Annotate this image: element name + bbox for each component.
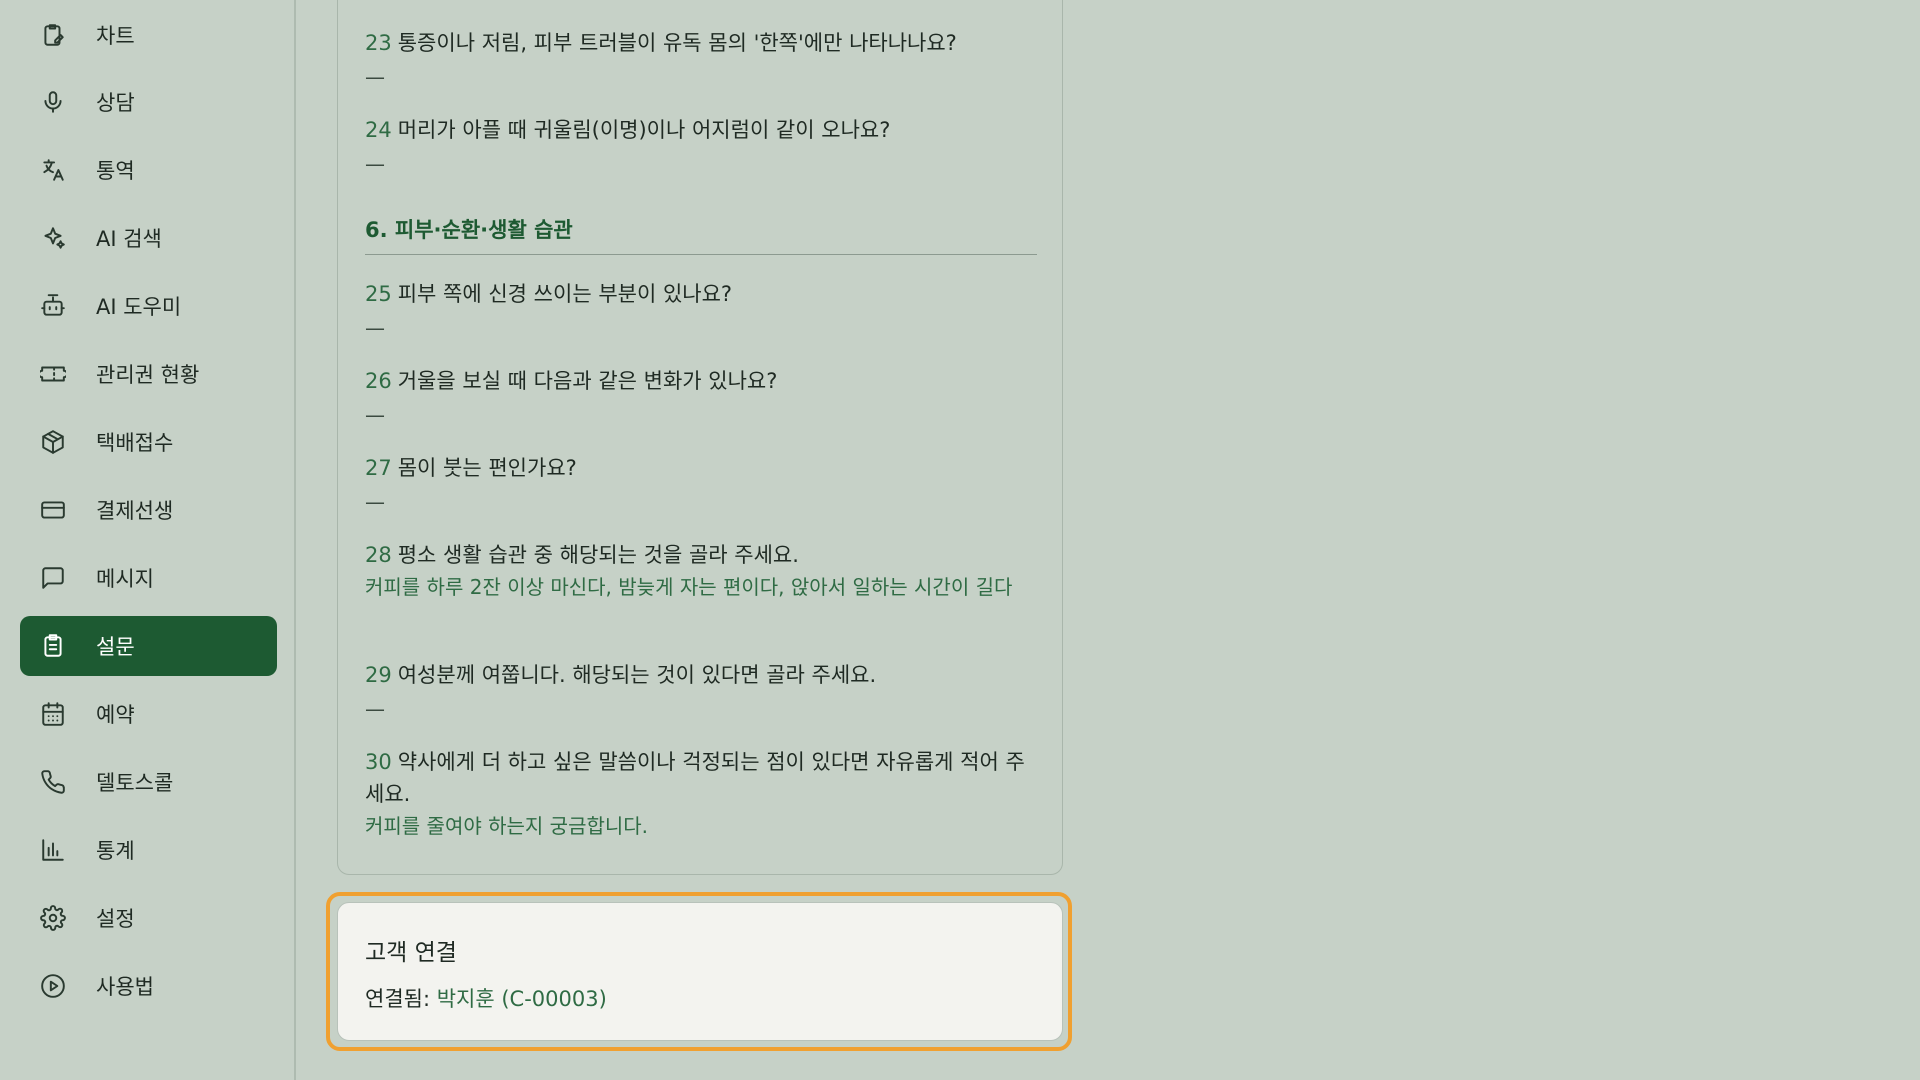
- sidebar-item-voucher-status[interactable]: 관리권 현황: [20, 344, 277, 404]
- sidebar-item-payment[interactable]: 결제선생: [20, 480, 277, 540]
- sidebar-item-consult[interactable]: 상담: [20, 72, 277, 132]
- message-square-icon: [38, 563, 68, 593]
- survey-question: 23 통증이나 저림, 피부 트러블이 유독 몸의 '한쪽'에만 나타나나요? —: [365, 27, 1025, 93]
- sidebar-item-parcel[interactable]: 택배접수: [20, 412, 277, 472]
- question-number: 26: [365, 369, 392, 393]
- ticket-icon: [38, 359, 68, 389]
- sidebar-item-label: 관리권 현황: [96, 363, 200, 387]
- sidebar-item-label: 예약: [96, 703, 135, 727]
- section-title: 6. 피부·순환·생활 습관: [365, 214, 1037, 255]
- question-answer: —: [365, 65, 385, 89]
- survey-question: 29 여성분께 여쭙니다. 해당되는 것이 있다면 골라 주세요. —: [365, 659, 1025, 725]
- survey-question: 27 몸이 붓는 편인가요? —: [365, 452, 1025, 518]
- sidebar-item-label: 결제선생: [96, 499, 174, 523]
- question-number: 27: [365, 456, 392, 480]
- sidebar-item-label: 택배접수: [96, 431, 174, 455]
- sidebar-item-label: 메시지: [96, 567, 154, 591]
- question-answer: —: [365, 152, 385, 176]
- survey-question: 25 피부 쪽에 신경 쓰이는 부분이 있나요? —: [365, 278, 1025, 344]
- survey-question: 24 머리가 아플 때 귀울림(이명)이나 어지럼이 같이 오나요? —: [365, 114, 1025, 180]
- sidebar-item-survey[interactable]: 설문: [20, 616, 277, 676]
- gear-icon: [38, 903, 68, 933]
- sidebar-item-ai-search[interactable]: AI 검색: [20, 208, 277, 268]
- sidebar-item-reservation[interactable]: 예약: [20, 684, 277, 744]
- customer-link-title: 고객 연결: [365, 940, 457, 966]
- clipboard-pen-icon: [38, 20, 68, 50]
- question-answer: 커피를 줄여야 하는지 궁금합니다.: [365, 814, 649, 838]
- sidebar-item-ai-assistant[interactable]: AI 도우미: [20, 276, 277, 336]
- status-label: 연결됨:: [365, 987, 431, 1011]
- play-circle-icon: [38, 971, 68, 1001]
- sidebar-item-interpret[interactable]: 통역: [20, 140, 277, 200]
- question-number: 25: [365, 282, 392, 306]
- sidebar-item-label: AI 도우미: [96, 295, 182, 319]
- clipboard-list-icon: [38, 631, 68, 661]
- customer-link-card[interactable]: 고객 연결 연결됨: 박지훈 (C-00003): [337, 902, 1063, 1041]
- survey-question: 26 거울을 보실 때 다음과 같은 변화가 있나요? —: [365, 365, 1025, 431]
- question-number: 23: [365, 31, 392, 55]
- question-answer: —: [365, 403, 385, 427]
- question-number: 28: [365, 543, 392, 567]
- sidebar-item-label: 델토스콜: [96, 771, 174, 795]
- question-text: 몸이 붓는 편인가요?: [397, 456, 577, 480]
- package-icon: [38, 427, 68, 457]
- survey-question: 30 약사에게 더 하고 싶은 말씀이나 걱정되는 점이 있다면 자유롭게 적어 …: [365, 746, 1025, 842]
- question-text: 머리가 아플 때 귀울림(이명)이나 어지럼이 같이 오나요?: [397, 118, 891, 142]
- calendar-icon: [38, 699, 68, 729]
- sidebar-item-settings[interactable]: 설정: [20, 888, 277, 948]
- linked-customer[interactable]: 박지훈 (C-00003): [437, 987, 607, 1011]
- question-answer: —: [365, 697, 385, 721]
- question-text: 약사에게 더 하고 싶은 말씀이나 걱정되는 점이 있다면 자유롭게 적어 주세…: [365, 750, 1025, 806]
- survey-question: 28 평소 생활 습관 중 해당되는 것을 골라 주세요. 커피를 하루 2잔 이…: [365, 539, 1025, 603]
- bar-chart-icon: [38, 835, 68, 865]
- question-text: 거울을 보실 때 다음과 같은 변화가 있나요?: [397, 369, 778, 393]
- sidebar-item-label: AI 검색: [96, 227, 162, 251]
- question-answer: —: [365, 490, 385, 514]
- question-number: 29: [365, 663, 392, 687]
- question-text: 여성분께 여쭙니다. 해당되는 것이 있다면 골라 주세요.: [397, 663, 877, 687]
- sidebar: 차트 상담 통역 AI 검색 AI 도우미 관리권 현황 택배접수 결제선생 메…: [0, 0, 296, 1080]
- question-answer: 커피를 하루 2잔 이상 마신다, 밤늦게 자는 편이다, 앉아서 일하는 시간…: [365, 575, 1013, 599]
- question-number: 30: [365, 750, 392, 774]
- sidebar-item-chart[interactable]: 차트: [20, 5, 277, 65]
- question-number: 24: [365, 118, 392, 142]
- survey-answers-card: 23 통증이나 저림, 피부 트러블이 유독 몸의 '한쪽'에만 나타나나요? —…: [337, 0, 1063, 875]
- customer-link-status: 연결됨: 박지훈 (C-00003): [365, 983, 607, 1013]
- question-answer: —: [365, 316, 385, 340]
- phone-icon: [38, 767, 68, 797]
- sidebar-item-label: 상담: [96, 91, 135, 115]
- question-text: 통증이나 저림, 피부 트러블이 유독 몸의 '한쪽'에만 나타나나요?: [397, 31, 957, 55]
- sidebar-item-label: 차트: [96, 24, 135, 48]
- translate-icon: [38, 155, 68, 185]
- sidebar-item-deltoscall[interactable]: 델토스콜: [20, 752, 277, 812]
- sidebar-item-label: 설문: [96, 635, 135, 659]
- sidebar-item-label: 통계: [96, 839, 135, 863]
- sidebar-item-label: 통역: [96, 159, 135, 183]
- sidebar-item-message[interactable]: 메시지: [20, 548, 277, 608]
- microphone-icon: [38, 87, 68, 117]
- sidebar-item-statistics[interactable]: 통계: [20, 820, 277, 880]
- credit-card-icon: [38, 495, 68, 525]
- sidebar-item-guide[interactable]: 사용법: [20, 956, 277, 1016]
- sidebar-item-label: 사용법: [96, 975, 154, 999]
- question-text: 평소 생활 습관 중 해당되는 것을 골라 주세요.: [397, 543, 799, 567]
- sidebar-item-label: 설정: [96, 907, 135, 931]
- sparkles-icon: [38, 223, 68, 253]
- question-text: 피부 쪽에 신경 쓰이는 부분이 있나요?: [397, 282, 733, 306]
- bot-icon: [38, 291, 68, 321]
